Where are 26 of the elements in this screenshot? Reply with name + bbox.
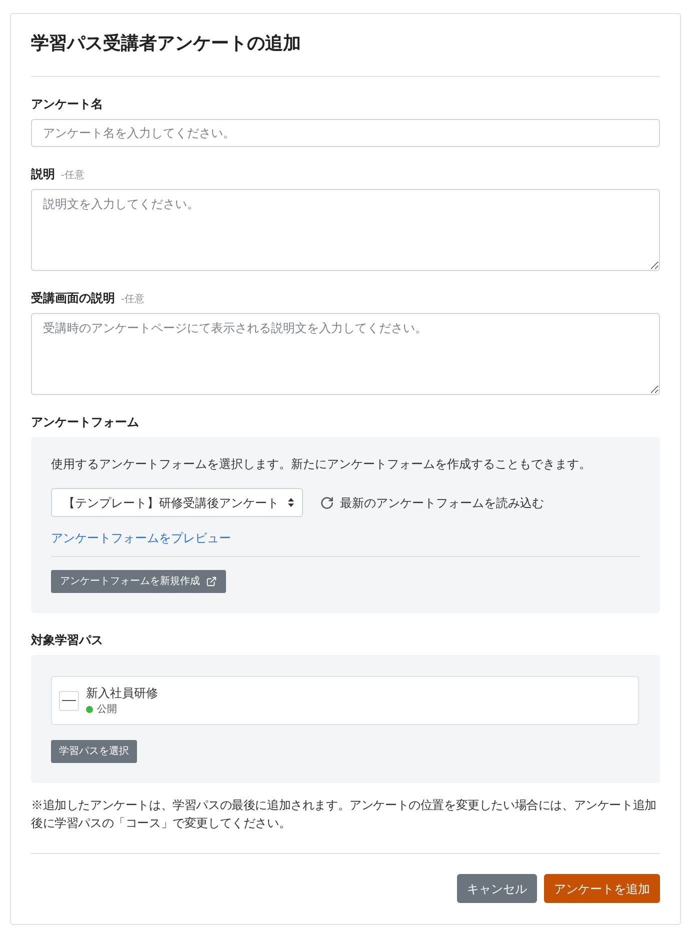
select-path-button[interactable]: 学習パスを選択 xyxy=(51,740,137,763)
optional-note: -任意 xyxy=(121,293,144,307)
refresh-icon xyxy=(320,496,334,510)
panel-description: 使用するアンケートフォームを選択します。新たにアンケートフォームを作成することもできます。 xyxy=(51,456,592,473)
reload-button[interactable]: 最新のアンケートフォームを読み込む xyxy=(320,494,544,512)
text-input[interactable]: アンケート名を入力してください。 xyxy=(31,119,660,147)
optional-note: -任意 xyxy=(61,169,84,183)
up-down-arrows-icon xyxy=(288,498,294,507)
preview-link[interactable]: アンケートフォームをプレビュー xyxy=(51,529,231,547)
form-select[interactable]: 【テンプレート】研修受講後アンケート xyxy=(51,488,303,517)
field-label: 説明 xyxy=(31,166,55,183)
add-survey-button[interactable]: アンケートを追加 xyxy=(544,874,660,903)
external-link-icon xyxy=(206,576,217,587)
field-label: アンケート名 xyxy=(31,96,103,113)
path-name: 新入社員研修 xyxy=(86,684,158,700)
field-label: 受講画面の説明 xyxy=(31,290,115,307)
thumbnail-placeholder xyxy=(59,690,79,710)
create-form-button[interactable]: アンケートフォームを新規作成 xyxy=(51,570,226,593)
textarea-field[interactable]: 受講時のアンケートページにて表示される説明文を入力してください。 xyxy=(31,313,660,395)
cancel-button[interactable]: キャンセル xyxy=(457,874,537,903)
status-label: 公開 xyxy=(97,702,117,716)
field-label: 対象学習パス xyxy=(31,632,103,649)
textarea-field[interactable]: 説明文を入力してください。 xyxy=(31,189,660,271)
dialog-title: 学習パス受講者アンケートの追加 xyxy=(31,32,302,55)
field-label: アンケートフォーム xyxy=(31,414,139,431)
note-text: ※追加したアンケートは、学習パスの最後に追加されます。アンケートの位置を変更したい場合には、アンケート追加後に学習パスの「コース」で変更してください。 xyxy=(31,797,658,832)
